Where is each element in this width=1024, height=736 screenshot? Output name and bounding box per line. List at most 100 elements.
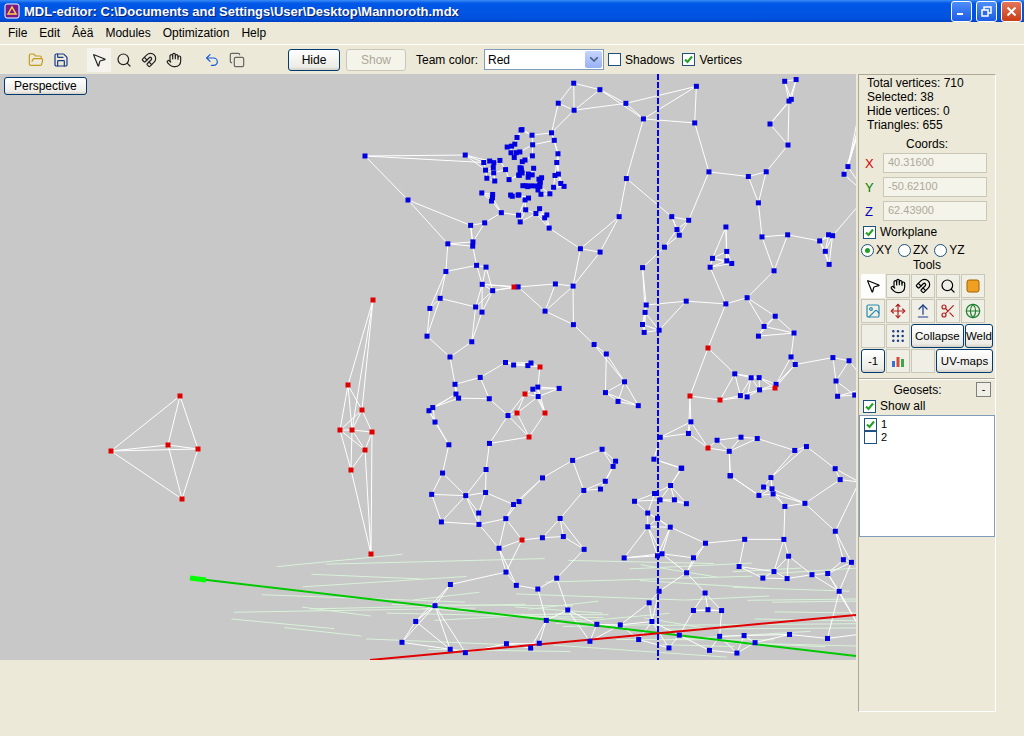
tool-grid: CollapseWeld -1 UV-maps <box>859 272 995 375</box>
chart-icon <box>890 353 906 369</box>
plane-radio[interactable]: XY <box>861 243 892 257</box>
zoom-icon <box>940 278 956 294</box>
perspective-button[interactable]: Perspective <box>4 77 87 95</box>
hand-icon <box>166 52 182 68</box>
coords-title: Coords: <box>859 137 995 151</box>
rotate-icon <box>141 52 157 68</box>
close-icon <box>1006 6 1017 17</box>
menu-item[interactable]: Âèä <box>66 24 99 42</box>
undo-tool-button[interactable] <box>200 48 224 72</box>
select-tool-button[interactable] <box>861 274 885 298</box>
title-bar: MDL-editor: C:\Documents and Settings\Us… <box>0 0 1024 22</box>
check-mark-icon <box>684 55 693 64</box>
extrude-tool-button[interactable] <box>911 299 935 323</box>
app-window: MDL-editor: C:\Documents and Settings\Us… <box>0 0 1024 736</box>
coord-row: Y-50.62100 <box>859 175 995 199</box>
app-icon <box>4 3 20 19</box>
zoom-tool-button[interactable] <box>112 48 136 72</box>
dropdown-arrow[interactable] <box>585 51 602 68</box>
menu-item[interactable]: Modules <box>99 24 156 42</box>
texture-tool-button[interactable] <box>861 299 885 323</box>
side-panel: Total vertices: 710Selected: 38Hide vert… <box>858 74 996 712</box>
panel-button[interactable]: Collapse <box>911 324 964 348</box>
plane-radio[interactable]: ZX <box>898 243 928 257</box>
coord-row: X 40.31600 <box>859 151 995 175</box>
checkbox[interactable]: Show all <box>863 399 983 413</box>
hand-icon <box>890 278 906 294</box>
chevron-down-icon <box>590 57 598 62</box>
dots-tool-button[interactable] <box>886 324 910 348</box>
menu-item[interactable]: Help <box>235 24 272 42</box>
menu-item[interactable]: Edit <box>33 24 66 42</box>
move-tool-button[interactable] <box>886 299 910 323</box>
window-title: MDL-editor: C:\Documents and Settings\Us… <box>24 4 947 19</box>
checkbox-box[interactable] <box>863 226 876 239</box>
checkbox[interactable]: Workplane <box>863 225 983 239</box>
geoset-item[interactable]: 1 <box>864 418 990 431</box>
hand-tool-button[interactable] <box>886 274 910 298</box>
coord-row: Z 62.43900 <box>859 199 995 223</box>
save-tool-button[interactable] <box>49 48 73 72</box>
menu-item[interactable]: Optimization <box>157 24 236 42</box>
maximize-button[interactable] <box>976 1 997 22</box>
select-icon <box>865 278 881 294</box>
geoset-item[interactable]: 2 <box>864 431 990 444</box>
axis-label: Z <box>865 204 875 219</box>
coord-field[interactable]: 62.43900 <box>883 201 987 221</box>
select-tool-button[interactable] <box>87 48 111 72</box>
chart-tool-button[interactable] <box>886 349 910 373</box>
empty-tool-button[interactable] <box>911 349 935 373</box>
checkbox-box[interactable] <box>682 53 695 66</box>
rotate-tool-button[interactable] <box>911 274 935 298</box>
menu-bar: FileEditÂèäModulesOptimizationHelp <box>0 22 1024 44</box>
extrude-icon <box>915 303 931 319</box>
checkbox[interactable]: Vertices <box>682 53 742 67</box>
minimize-button[interactable] <box>951 1 972 22</box>
empty-tool-button[interactable] <box>250 48 274 72</box>
color-tool-button[interactable] <box>961 274 985 298</box>
axis-label: X <box>865 156 875 171</box>
checkbox[interactable]: Shadows <box>608 53 674 67</box>
team-color-select[interactable]: Red <box>484 49 604 70</box>
viewport[interactable]: Perspective <box>0 74 856 660</box>
zoom-tool-button[interactable] <box>936 274 960 298</box>
rotate-tool-button[interactable] <box>137 48 161 72</box>
hide-button[interactable]: Hide <box>288 49 340 71</box>
check-mark-icon <box>865 402 874 411</box>
collapse-button[interactable]: - <box>976 382 991 397</box>
checkbox-box[interactable] <box>863 400 876 413</box>
undo-icon <box>204 52 220 68</box>
zoom-icon <box>116 52 132 68</box>
save-icon <box>53 52 69 68</box>
sphere-tool-button[interactable] <box>961 299 985 323</box>
x-axis <box>370 615 856 660</box>
team-color-label: Team color: <box>416 53 478 67</box>
dots-icon <box>890 328 906 344</box>
minimize-icon <box>956 6 967 17</box>
panel-button[interactable]: Weld <box>965 324 993 348</box>
empty-tool-button[interactable] <box>861 324 885 348</box>
menu-item[interactable]: File <box>2 24 33 42</box>
wireframe-viewport-drawing[interactable] <box>0 74 856 660</box>
show-button[interactable]: Show <box>346 49 406 71</box>
split-icon <box>940 303 956 319</box>
panel-button[interactable]: UV-maps <box>936 349 993 373</box>
z-axis <box>657 74 659 660</box>
coord-field[interactable]: -50.62100 <box>883 177 987 197</box>
move-icon <box>890 303 906 319</box>
panel-button[interactable]: -1 <box>861 349 885 373</box>
checkbox-box[interactable] <box>608 53 621 66</box>
plane-radio[interactable]: YZ <box>934 243 964 257</box>
tool-group <box>200 48 274 72</box>
hand-tool-button[interactable] <box>162 48 186 72</box>
close-button[interactable] <box>1001 1 1022 22</box>
coord-field[interactable]: 40.31600 <box>883 153 987 173</box>
geoset-list: 12 <box>859 415 995 537</box>
toolbar: Hide Show Team color: Red Shadows Vertices <box>0 44 1024 74</box>
open-icon <box>28 52 44 68</box>
sphere-icon <box>965 303 981 319</box>
stat-line: Hide vertices: 0 <box>859 104 995 118</box>
copy-tool-button[interactable] <box>225 48 249 72</box>
split-tool-button[interactable] <box>936 299 960 323</box>
open-tool-button[interactable] <box>24 48 48 72</box>
